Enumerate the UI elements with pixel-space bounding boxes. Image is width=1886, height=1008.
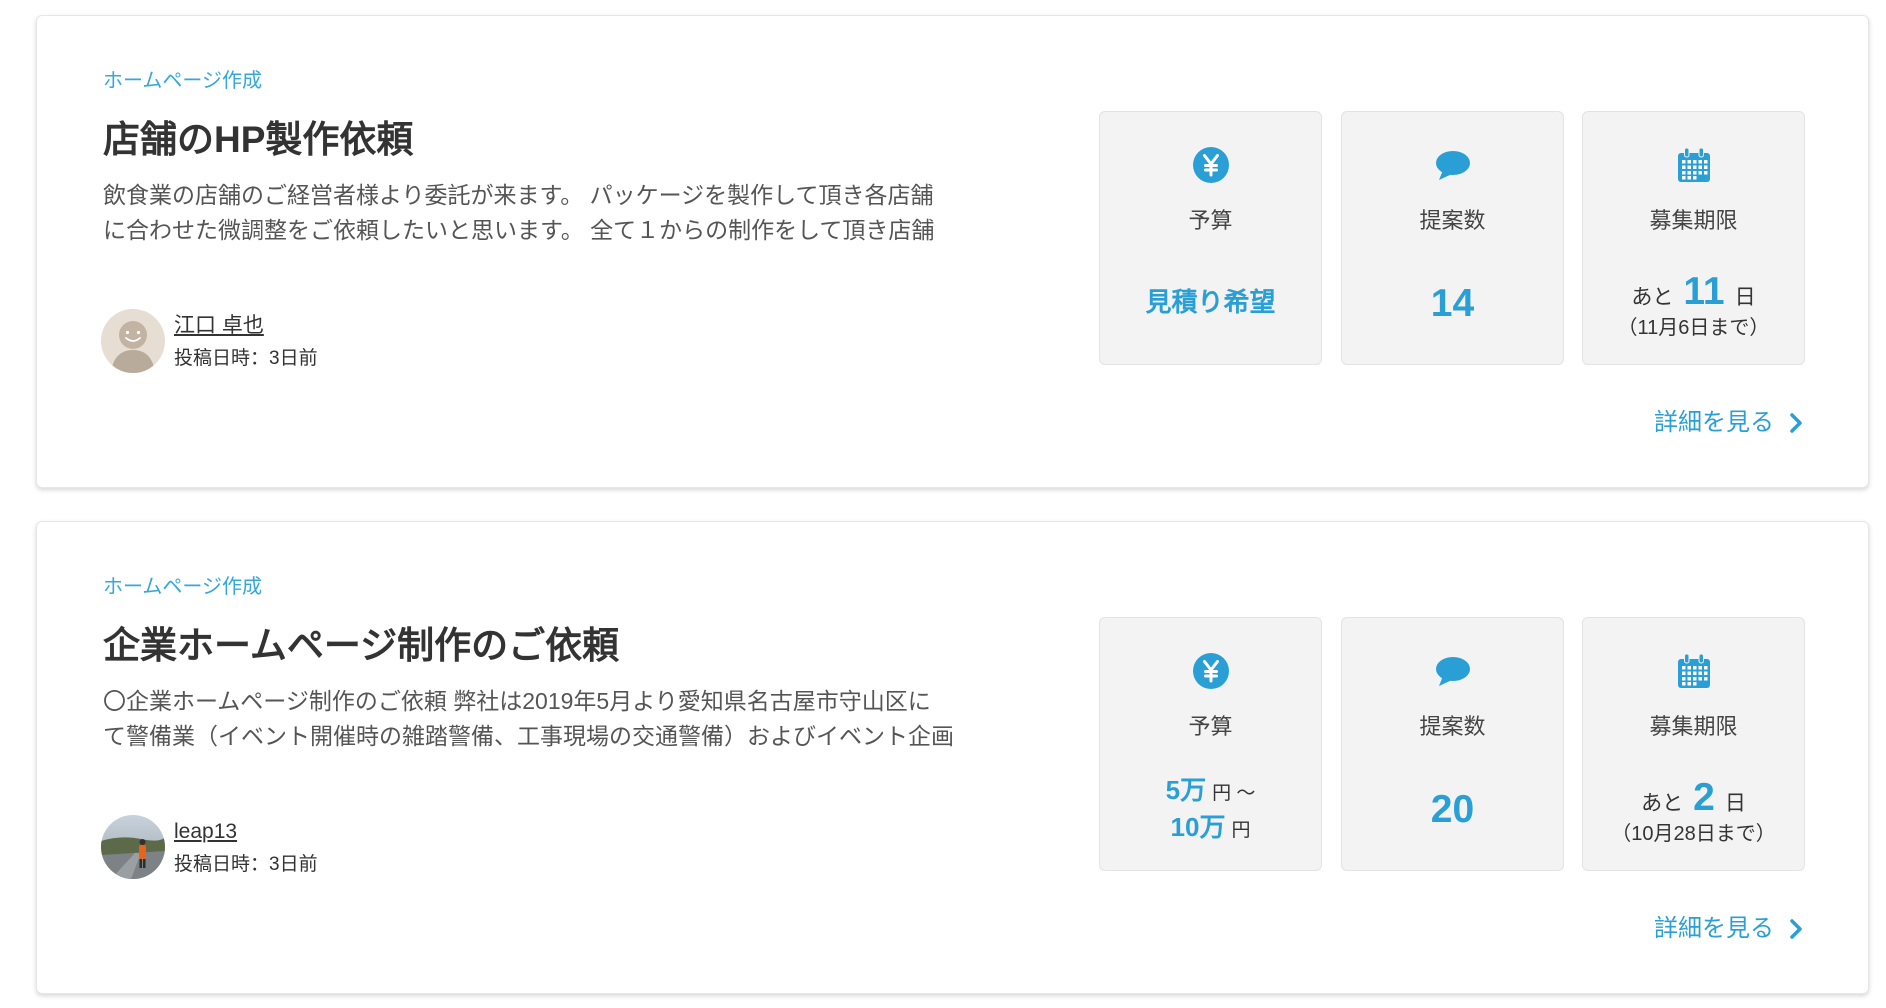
project-description: 〇企業ホームページ制作のご依頼 弊社は2019年5月より愛知県名古屋市守山区に … [103, 684, 1023, 754]
deadline-days: 2 [1693, 776, 1715, 819]
project-card: ホームページ作成 企業ホームページ制作のご依頼 〇企業ホームページ制作のご依頼 … [36, 521, 1869, 994]
chevron-right-icon [1790, 413, 1802, 433]
speech-bubble-icon [1435, 657, 1470, 686]
description-line: に合わせた微調整をご依頼したいと思います。 全て１からの制作をして頂き店舗 [103, 217, 935, 243]
project-category[interactable]: ホームページ作成 [103, 575, 262, 599]
description-line: 飲食業の店舗のご経営者様より委託が来ます。 パッケージを製作して頂き各店舗 [103, 182, 934, 208]
view-details-link[interactable]: 詳細を見る [1654, 408, 1804, 438]
project-title[interactable]: 企業ホームページ制作のご依頼 [103, 625, 619, 667]
project-title[interactable]: 店舗のHP製作依頼 [103, 119, 413, 161]
deadline-suffix: 日 [1734, 286, 1756, 309]
budget-box: 予算 見積り希望 [1099, 111, 1322, 365]
calendar-icon [1677, 653, 1710, 688]
author-name-link[interactable]: leap13 [174, 819, 237, 845]
avatar[interactable] [101, 815, 165, 879]
deadline-suffix: 日 [1724, 792, 1746, 815]
proposals-label: 提案数 [1419, 714, 1486, 739]
deadline-box: 募集期限 あと 11 日 （11月6日まで） [1582, 111, 1805, 365]
posted-time: 投稿日時：3日前 [174, 854, 318, 875]
deadline-prefix: あと [1631, 286, 1674, 309]
proposals-box: 提案数 14 [1341, 111, 1564, 365]
project-card: ホームページ作成 店舗のHP製作依頼 飲食業の店舗のご経営者様より委託が来ます。… [36, 15, 1869, 488]
budget-box: 予算 5万円 ～ 10万円 [1099, 617, 1322, 871]
calendar-icon [1677, 147, 1710, 182]
budget-max-value: 10万 [1170, 812, 1226, 842]
budget-value: 見積り希望 [1145, 287, 1276, 317]
deadline-days: 11 [1683, 270, 1725, 313]
budget-label: 予算 [1188, 714, 1233, 739]
view-details-label: 詳細を見る [1654, 915, 1774, 942]
posted-time: 投稿日時：3日前 [174, 348, 318, 369]
avatar[interactable] [101, 309, 165, 373]
proposals-count: 14 [1430, 282, 1475, 325]
deadline-date: （10月28日まで） [1611, 823, 1776, 845]
project-description: 飲食業の店舗のご経営者様より委託が来ます。 パッケージを製作して頂き各店舗 に合… [103, 178, 1023, 248]
budget-min-value: 5万 [1165, 775, 1207, 805]
view-details-label: 詳細を見る [1654, 409, 1774, 436]
deadline-date: （11月6日まで） [1617, 317, 1770, 339]
proposals-box: 提案数 20 [1341, 617, 1564, 871]
budget-max: 10万円 [1100, 811, 1321, 848]
yen-icon [1192, 653, 1229, 689]
view-details-link[interactable]: 詳細を見る [1654, 914, 1804, 944]
author-name-link[interactable]: 江口 卓也 [174, 313, 264, 339]
default-user-avatar-icon [101, 309, 165, 373]
budget-min: 5万円 ～ [1100, 774, 1321, 811]
description-line: 〇企業ホームページ制作のご依頼 弊社は2019年5月より愛知県名古屋市守山区に [103, 688, 931, 714]
speech-bubble-icon [1435, 151, 1470, 180]
deadline-prefix: あと [1641, 792, 1684, 815]
description-line: て警備業（イベント開催時の雑踏警備、工事現場の交通警備）およびイベント企画 [103, 723, 954, 749]
yen-icon [1192, 147, 1229, 183]
project-category[interactable]: ホームページ作成 [103, 69, 262, 93]
budget-label: 予算 [1188, 208, 1233, 233]
proposals-label: 提案数 [1419, 208, 1486, 233]
user-photo-avatar-icon [101, 815, 165, 879]
proposals-count: 20 [1430, 788, 1475, 831]
chevron-right-icon [1790, 919, 1802, 939]
budget-min-unit: 円 ～ [1212, 783, 1256, 804]
deadline-label: 募集期限 [1649, 208, 1738, 233]
deadline-box: 募集期限 あと 2 日 （10月28日まで） [1582, 617, 1805, 871]
deadline-label: 募集期限 [1649, 714, 1738, 739]
budget-max-unit: 円 [1231, 820, 1251, 841]
